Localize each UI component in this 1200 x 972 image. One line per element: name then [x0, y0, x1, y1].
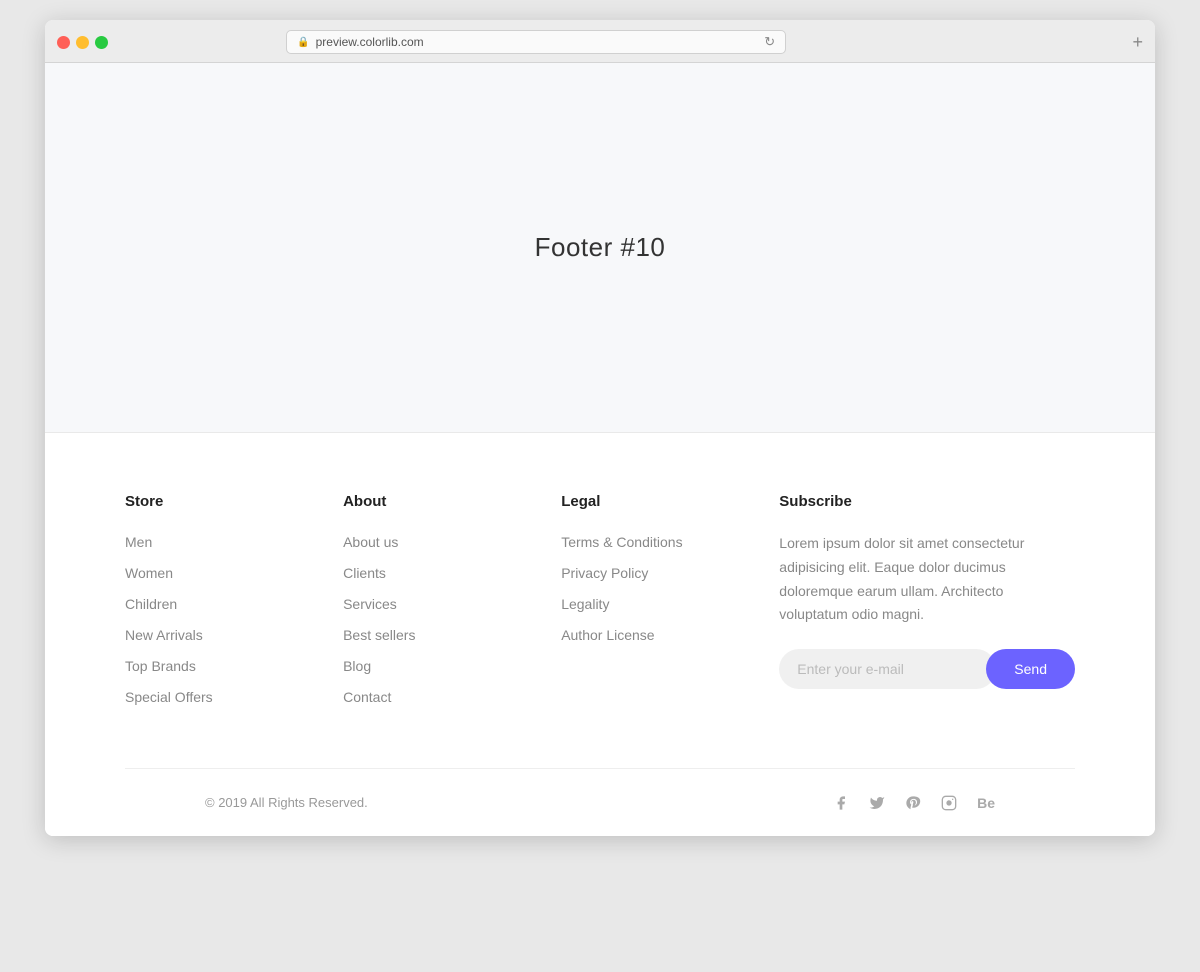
subscribe-column: Subscribe Lorem ipsum dolor sit amet con… — [779, 493, 1075, 708]
facebook-icon[interactable] — [833, 795, 849, 811]
copyright-text: © 2019 All Rights Reserved. — [205, 795, 368, 810]
browser-chrome: 🔒 preview.colorlib.com ↻ + — [45, 20, 1155, 63]
page-header: Footer #10 — [45, 63, 1155, 433]
store-link-women[interactable]: Women — [125, 565, 173, 581]
list-item: Best sellers — [343, 625, 561, 646]
twitter-icon[interactable] — [869, 795, 885, 811]
subscribe-heading: Subscribe — [779, 493, 1075, 510]
legal-link-legality[interactable]: Legality — [561, 596, 609, 612]
maximize-dot[interactable] — [95, 36, 108, 49]
legal-link-terms[interactable]: Terms & Conditions — [561, 534, 682, 550]
list-item: Clients — [343, 563, 561, 584]
list-item: Children — [125, 594, 343, 615]
store-link-top-brands[interactable]: Top Brands — [125, 658, 196, 674]
browser-content: Footer #10 Store Men Women Children New … — [45, 63, 1155, 836]
about-link-services[interactable]: Services — [343, 596, 397, 612]
list-item: Privacy Policy — [561, 563, 779, 584]
about-links: About us Clients Services Best sellers B… — [343, 532, 561, 708]
legal-link-privacy[interactable]: Privacy Policy — [561, 565, 648, 581]
behance-icon[interactable]: Be — [977, 795, 995, 811]
list-item: Top Brands — [125, 656, 343, 677]
store-links: Men Women Children New Arrivals Top Bran… — [125, 532, 343, 708]
minimize-dot[interactable] — [76, 36, 89, 49]
close-dot[interactable] — [57, 36, 70, 49]
about-link-best-sellers[interactable]: Best sellers — [343, 627, 415, 643]
about-link-about-us[interactable]: About us — [343, 534, 398, 550]
store-column: Store Men Women Children New Arrivals To… — [125, 493, 343, 708]
new-tab-button[interactable]: + — [1132, 33, 1143, 51]
footer-bottom: © 2019 All Rights Reserved.  Be — [125, 768, 1075, 836]
send-button[interactable]: Send — [986, 649, 1075, 689]
store-link-new-arrivals[interactable]: New Arrivals — [125, 627, 203, 643]
url-text: preview.colorlib.com — [316, 35, 424, 49]
address-bar: 🔒 preview.colorlib.com ↻ — [286, 30, 786, 54]
list-item: Special Offers — [125, 687, 343, 708]
pinterest-icon[interactable] — [905, 795, 921, 811]
page-title: Footer #10 — [535, 232, 666, 263]
about-link-blog[interactable]: Blog — [343, 658, 371, 674]
list-item: Legality — [561, 594, 779, 615]
legal-heading: Legal — [561, 493, 779, 510]
store-link-children[interactable]: Children — [125, 596, 177, 612]
list-item: Men — [125, 532, 343, 553]
about-link-clients[interactable]: Clients — [343, 565, 386, 581]
store-heading: Store — [125, 493, 343, 510]
store-link-men[interactable]: Men — [125, 534, 152, 550]
footer-section: Store Men Women Children New Arrivals To… — [45, 433, 1155, 836]
browser-window: 🔒 preview.colorlib.com ↻ + Footer #10 St… — [45, 20, 1155, 836]
social-icons:  Be — [813, 793, 995, 812]
browser-dots — [57, 36, 108, 49]
list-item: New Arrivals — [125, 625, 343, 646]
list-item: Contact — [343, 687, 561, 708]
about-column: About About us Clients Services Best sel… — [343, 493, 561, 708]
legal-links: Terms & Conditions Privacy Policy Legali… — [561, 532, 779, 646]
email-input[interactable] — [779, 649, 996, 689]
about-link-contact[interactable]: Contact — [343, 689, 391, 705]
list-item: Women — [125, 563, 343, 584]
about-heading: About — [343, 493, 561, 510]
list-item: Blog — [343, 656, 561, 677]
store-link-special-offers[interactable]: Special Offers — [125, 689, 213, 705]
subscribe-form: Send — [779, 649, 1075, 689]
instagram-icon[interactable] — [941, 795, 957, 811]
list-item: About us — [343, 532, 561, 553]
legal-column: Legal Terms & Conditions Privacy Policy … — [561, 493, 779, 708]
refresh-button[interactable]: ↻ — [764, 34, 775, 50]
list-item: Services — [343, 594, 561, 615]
list-item: Author License — [561, 625, 779, 646]
subscribe-description: Lorem ipsum dolor sit amet consectetur a… — [779, 532, 1075, 627]
legal-link-author-license[interactable]: Author License — [561, 627, 654, 643]
footer-columns: Store Men Women Children New Arrivals To… — [125, 493, 1075, 768]
lock-icon: 🔒 — [297, 37, 309, 48]
list-item: Terms & Conditions — [561, 532, 779, 553]
